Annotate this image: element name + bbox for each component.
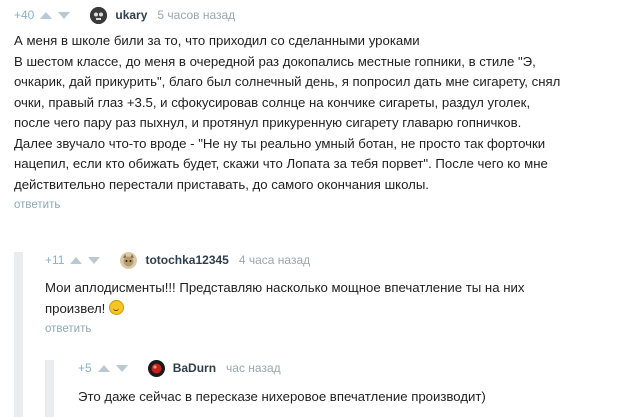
comment-author[interactable]: BaDurn <box>173 361 216 375</box>
comment-text: Это даже сейчас в пересказе нихеровое вп… <box>78 387 640 408</box>
comment-line: действительно перестали приставать, до с… <box>14 176 429 192</box>
comment-meta: +40 ukary 5 часов назад <box>14 4 640 26</box>
comment-line: В шестом классе, до меня в очередной раз… <box>14 53 536 69</box>
comment-line-with-emoji: произвел! <box>45 299 640 320</box>
downvote-arrow-icon[interactable] <box>115 364 128 372</box>
comment-author[interactable]: ukary <box>115 8 147 22</box>
laughing-emoji-icon <box>109 299 125 315</box>
comment-line: Это даже сейчас в пересказе нихеровое вп… <box>78 389 486 404</box>
comment-line: очки, правый глаз +3.5, и сфокусировав с… <box>14 94 531 110</box>
reply-link[interactable]: ответить <box>14 199 60 211</box>
comment-rating: +11 <box>45 253 65 267</box>
red-orb-avatar-icon[interactable] <box>147 359 165 377</box>
upvote-arrow-icon[interactable] <box>70 256 83 264</box>
comment-line: А меня в школе били за то, что приходил … <box>14 33 420 48</box>
comment-line: Далее звучало что-то вроде - "Не ну ты р… <box>14 135 546 151</box>
comment-text: Мои аплодисменты!!! Представляю наскольк… <box>45 278 640 319</box>
thread-branch-line[interactable] <box>14 252 23 417</box>
reply-link[interactable]: ответить <box>45 323 91 335</box>
comment-text: А меня в школе били за то, что приходил … <box>14 31 640 195</box>
comment-line: произвел! <box>45 300 106 316</box>
comment-time: 4 часа назад <box>238 253 311 267</box>
comment-line: очкарик, дай прикурить", благо был солне… <box>14 74 561 89</box>
comment-author[interactable]: totochka12345 <box>145 253 228 267</box>
comment-rating: +5 <box>78 361 92 375</box>
comment-meta: +11 totochka12345 4 часа назад <box>45 249 640 271</box>
thread-branch-line[interactable] <box>45 360 54 417</box>
comment-time: час назад <box>226 361 281 375</box>
comment-ukary: +40 ukary 5 часов назад А меня в школе б… <box>14 4 640 213</box>
comment-line: после чего пару раз пыхнул, и протянул п… <box>14 115 522 130</box>
comment-line: Мои аплодисменты!!! Представляю наскольк… <box>45 280 525 295</box>
comment-line: нацепил, если кто обижать будет, скажи ч… <box>14 156 548 171</box>
comment-totochka12345: +11 totochka12345 4 часа назад Мои аплод… <box>45 249 640 337</box>
upvote-arrow-icon[interactable] <box>97 364 110 372</box>
downvote-arrow-icon[interactable] <box>88 256 101 264</box>
comment-rating: +40 <box>14 8 35 22</box>
comment-badurn: +5 BaDurn час назад Это даже сейчас в пе… <box>78 357 640 408</box>
cat-avatar-icon[interactable] <box>120 251 138 269</box>
upvote-arrow-icon[interactable] <box>40 11 53 19</box>
skull-avatar-icon[interactable] <box>90 6 108 24</box>
comment-meta: +5 BaDurn час назад <box>78 357 640 379</box>
downvote-arrow-icon[interactable] <box>58 11 71 19</box>
comment-time: 5 часов назад <box>157 8 236 22</box>
